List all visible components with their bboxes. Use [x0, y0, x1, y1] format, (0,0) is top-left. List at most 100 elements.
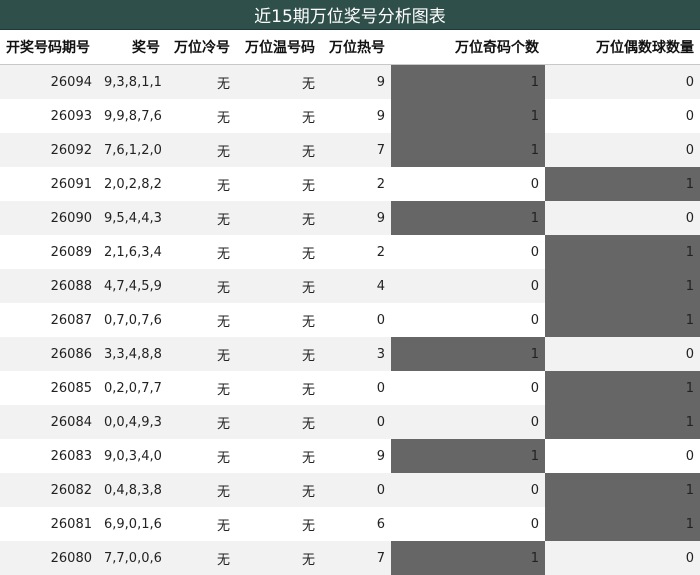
table-row: 26083 9,0,3,4,0 无无 9 1 0	[0, 439, 700, 473]
cell-warm: 无	[236, 371, 321, 405]
header-row: 开奖号码期号 奖号 万位冷号 万位温号码 万位热号 万位奇码个数 万位偶数球数量	[0, 30, 700, 65]
cell-warm: 无	[236, 439, 321, 473]
cell-even-count: 0	[545, 337, 700, 371]
column-header-numbers: 奖号	[98, 30, 166, 65]
cell-even-count: 1	[545, 167, 700, 201]
cell-hot: 7	[321, 133, 391, 167]
cell-hot: 4	[321, 269, 391, 303]
cell-cold: 无	[166, 303, 236, 337]
cell-numbers: 7,7,0,0,6	[98, 541, 166, 575]
cell-warm: 无	[236, 167, 321, 201]
cell-odd-count: 1	[391, 64, 545, 99]
cell-hot: 0	[321, 303, 391, 337]
table-body: 26094 9,3,8,1,1 无无 9 1 0 26093 9,9,8,7,6 无无 9 1 0 26…	[0, 64, 700, 575]
analysis-table: 开奖号码期号 奖号 万位冷号 万位温号码 万位热号 万位奇码个数 万位偶数球数量…	[0, 30, 700, 575]
table-row: 26081 6,9,0,1,6 无无 6 0 1	[0, 507, 700, 541]
column-header-odd-count: 万位奇码个数	[391, 30, 545, 65]
cell-odd-count: 0	[391, 303, 545, 337]
cell-odd-count: 1	[391, 99, 545, 133]
cell-odd-count: 0	[391, 507, 545, 541]
cell-issue: 26089	[0, 235, 98, 269]
cell-odd-count: 1	[391, 201, 545, 235]
cell-hot: 9	[321, 439, 391, 473]
table-row: 26085 0,2,0,7,7 无无 0 0 1	[0, 371, 700, 405]
cell-issue: 26087	[0, 303, 98, 337]
column-header-hot: 万位热号	[321, 30, 391, 65]
cell-even-count: 1	[545, 235, 700, 269]
cell-odd-count: 0	[391, 371, 545, 405]
cell-even-count: 1	[545, 507, 700, 541]
cell-numbers: 0,2,0,7,7	[98, 371, 166, 405]
cell-odd-count: 1	[391, 439, 545, 473]
cell-cold: 无	[166, 201, 236, 235]
cell-cold: 无	[166, 133, 236, 167]
cell-cold: 无	[166, 337, 236, 371]
column-header-warm: 万位温号码	[236, 30, 321, 65]
cell-odd-count: 1	[391, 133, 545, 167]
cell-odd-count: 0	[391, 235, 545, 269]
cell-warm: 无	[236, 133, 321, 167]
cell-hot: 0	[321, 473, 391, 507]
cell-warm: 无	[236, 541, 321, 575]
cell-even-count: 0	[545, 541, 700, 575]
cell-issue: 26092	[0, 133, 98, 167]
cell-cold: 无	[166, 167, 236, 201]
cell-hot: 9	[321, 64, 391, 99]
table-row: 26094 9,3,8,1,1 无无 9 1 0	[0, 64, 700, 99]
cell-even-count: 1	[545, 269, 700, 303]
cell-warm: 无	[236, 99, 321, 133]
cell-warm: 无	[236, 201, 321, 235]
cell-hot: 2	[321, 167, 391, 201]
cell-hot: 2	[321, 235, 391, 269]
cell-hot: 7	[321, 541, 391, 575]
cell-numbers: 3,3,4,8,8	[98, 337, 166, 371]
cell-cold: 无	[166, 405, 236, 439]
cell-warm: 无	[236, 303, 321, 337]
column-header-issue: 开奖号码期号	[0, 30, 98, 65]
cell-warm: 无	[236, 337, 321, 371]
cell-odd-count: 0	[391, 473, 545, 507]
cell-cold: 无	[166, 473, 236, 507]
cell-even-count: 0	[545, 439, 700, 473]
cell-issue: 26084	[0, 405, 98, 439]
cell-issue: 26083	[0, 439, 98, 473]
cell-even-count: 0	[545, 133, 700, 167]
cell-issue: 26093	[0, 99, 98, 133]
cell-cold: 无	[166, 235, 236, 269]
table-row: 26080 7,7,0,0,6 无无 7 1 0	[0, 541, 700, 575]
table-row: 26087 0,7,0,7,6 无无 0 0 1	[0, 303, 700, 337]
cell-numbers: 2,0,2,8,2	[98, 167, 166, 201]
cell-cold: 无	[166, 439, 236, 473]
cell-hot: 0	[321, 405, 391, 439]
cell-numbers: 0,4,8,3,8	[98, 473, 166, 507]
table-row: 26088 4,7,4,5,9 无无 4 0 1	[0, 269, 700, 303]
cell-warm: 无	[236, 64, 321, 99]
cell-issue: 26088	[0, 269, 98, 303]
cell-hot: 9	[321, 99, 391, 133]
cell-numbers: 6,9,0,1,6	[98, 507, 166, 541]
cell-warm: 无	[236, 269, 321, 303]
cell-issue: 26086	[0, 337, 98, 371]
cell-cold: 无	[166, 64, 236, 99]
cell-numbers: 0,7,0,7,6	[98, 303, 166, 337]
cell-issue: 26091	[0, 167, 98, 201]
cell-even-count: 1	[545, 303, 700, 337]
cell-odd-count: 0	[391, 167, 545, 201]
chart-title: 近15期万位奖号分析图表	[0, 0, 700, 30]
table-row: 26086 3,3,4,8,8 无无 3 1 0	[0, 337, 700, 371]
column-header-even-count: 万位偶数球数量	[545, 30, 700, 65]
cell-numbers: 4,7,4,5,9	[98, 269, 166, 303]
cell-numbers: 9,5,4,4,3	[98, 201, 166, 235]
cell-even-count: 0	[545, 201, 700, 235]
cell-numbers: 9,9,8,7,6	[98, 99, 166, 133]
cell-even-count: 0	[545, 64, 700, 99]
cell-numbers: 0,0,4,9,3	[98, 405, 166, 439]
cell-even-count: 1	[545, 405, 700, 439]
cell-numbers: 2,1,6,3,4	[98, 235, 166, 269]
cell-issue: 26081	[0, 507, 98, 541]
table-row: 26090 9,5,4,4,3 无无 9 1 0	[0, 201, 700, 235]
cell-hot: 3	[321, 337, 391, 371]
cell-warm: 无	[236, 507, 321, 541]
table-row: 26089 2,1,6,3,4 无无 2 0 1	[0, 235, 700, 269]
cell-issue: 26094	[0, 64, 98, 99]
